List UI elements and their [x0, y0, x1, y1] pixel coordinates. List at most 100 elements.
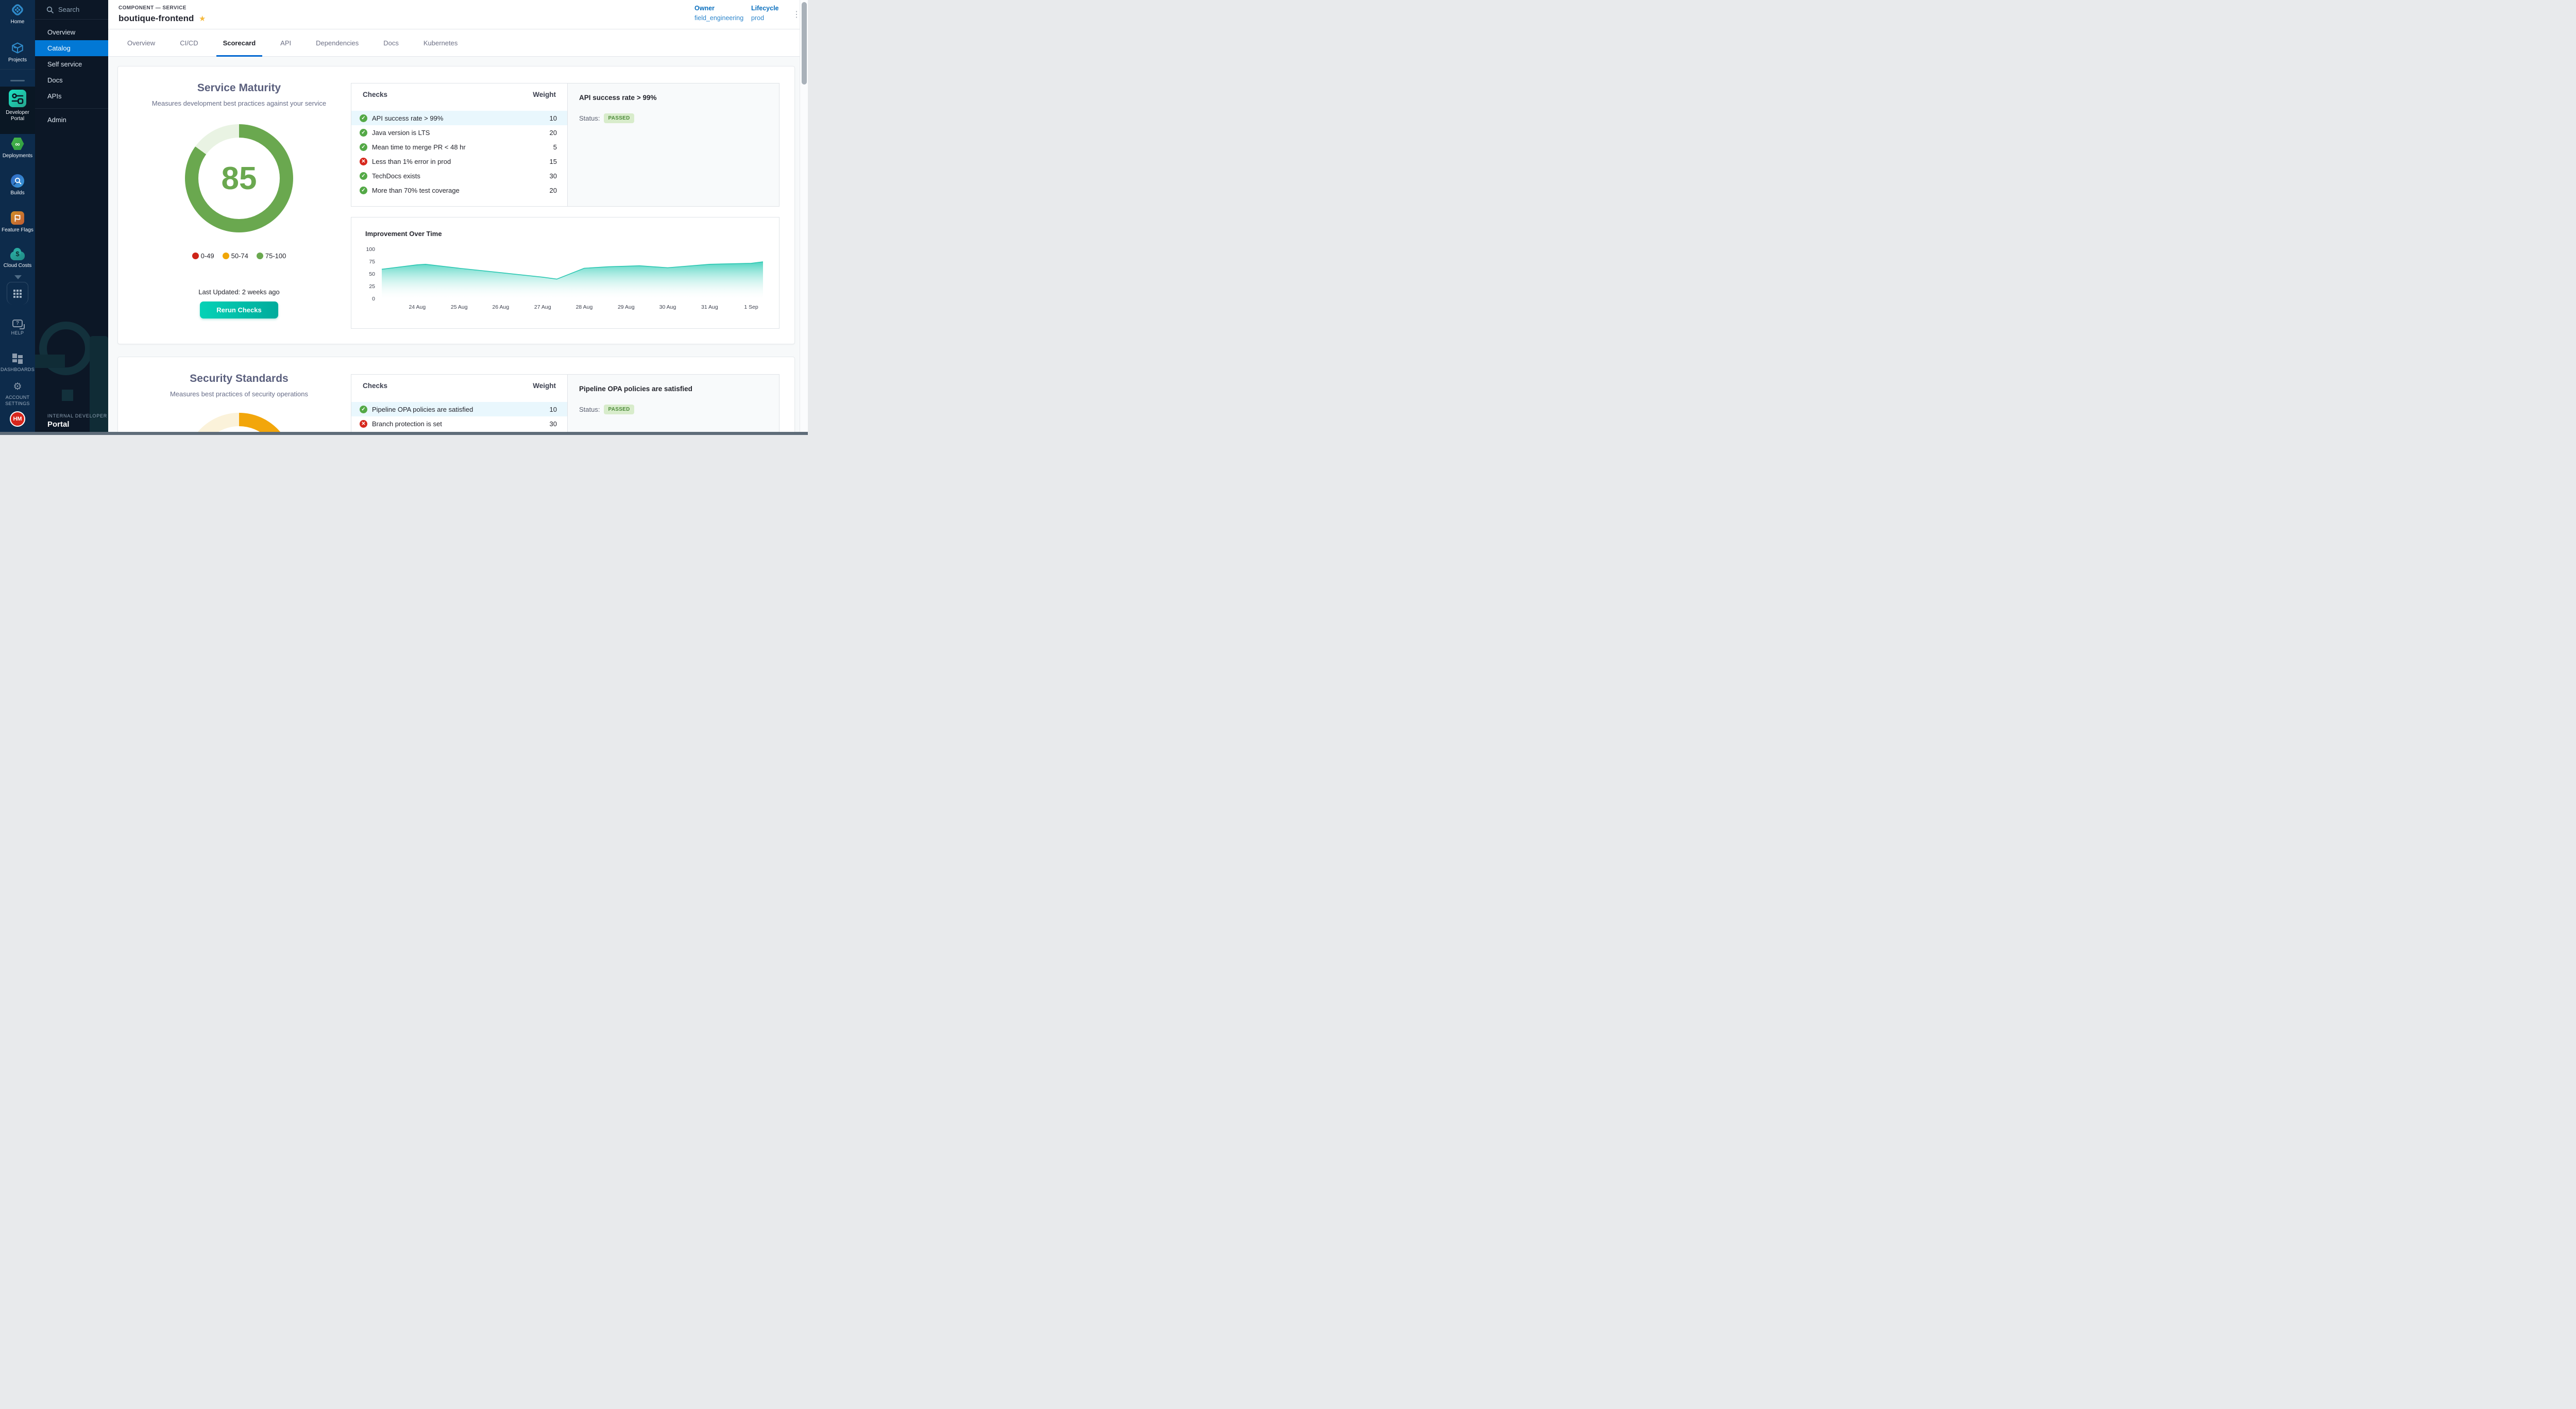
check-weight: 20: [550, 187, 557, 194]
entity-kind: COMPONENT — SERVICE: [118, 5, 187, 11]
horizontal-scrollbar[interactable]: [0, 432, 808, 435]
y-axis-tick-75: 75: [358, 259, 375, 265]
detail-check-title: Pipeline OPA policies are satisfied: [579, 385, 692, 393]
tab-dependencies[interactable]: Dependencies: [316, 29, 359, 57]
x-axis-tick-27-aug: 27 Aug: [527, 304, 558, 310]
utility-dashboards[interactable]: DASHBOARDS: [0, 354, 35, 373]
y-axis-tick-100: 100: [358, 246, 375, 253]
utility-help[interactable]: ?HELP: [0, 320, 35, 336]
status-badge: PASSED: [604, 405, 634, 414]
scorecard-title: Security Standards: [118, 373, 360, 385]
legend-item-0-49: 0-49: [192, 252, 214, 260]
x-axis-tick-28-aug: 28 Aug: [569, 304, 600, 310]
y-axis-tick-50: 50: [358, 271, 375, 277]
lifecycle-value[interactable]: prod: [751, 14, 779, 22]
security-checks-table: Checks Weight ✓Pipeline OPA policies are…: [351, 374, 568, 435]
x-axis-tick-25-aug: 25 Aug: [444, 304, 474, 310]
checks-column-header: Checks: [363, 91, 387, 98]
tab-scorecard[interactable]: Scorecard: [223, 29, 256, 57]
maturity-score-value: 85: [222, 160, 257, 197]
avatar[interactable]: HM: [10, 411, 25, 427]
tab-api[interactable]: API: [280, 29, 291, 57]
rail-resize-handle[interactable]: [10, 80, 25, 81]
favorite-star-icon[interactable]: ★: [199, 14, 206, 23]
detail-check-title: API success rate > 99%: [579, 94, 656, 102]
security-standards-card: Security Standards Measures best practic…: [117, 357, 795, 435]
tab-ci-cd[interactable]: CI/CD: [180, 29, 198, 57]
sidebar-item-docs[interactable]: Docs: [35, 72, 108, 88]
check-row-more-than-70-test-coverage[interactable]: ✓More than 70% test coverage20: [351, 183, 567, 197]
module-label: Builds: [10, 190, 24, 196]
chart-title: Improvement Over Time: [365, 230, 442, 238]
last-updated-text: Last Updated: 2 weeks ago: [118, 288, 360, 296]
sidebar-item-apis[interactable]: APIs: [35, 88, 108, 104]
tab-kubernetes[interactable]: Kubernetes: [423, 29, 458, 57]
module-cloud-costs[interactable]: $Cloud Costs: [0, 248, 35, 269]
vertical-scrollbar-thumb[interactable]: [802, 2, 807, 85]
module-picker-button[interactable]: [7, 282, 28, 305]
entity-tabs: Overview CI/CD Scorecard API Dependencies Doc…: [108, 29, 800, 57]
module-label: Projects: [8, 57, 27, 63]
check-passed-icon: ✓: [360, 143, 367, 151]
sidebar-decoration-bar: [35, 355, 65, 368]
check-name: Mean time to merge PR < 48 hr: [372, 143, 553, 151]
check-row-branch-protection-is-set[interactable]: ✕Branch protection is set30: [351, 416, 567, 431]
module-builds[interactable]: Builds: [0, 174, 35, 196]
sidebar-item-admin[interactable]: Admin: [35, 112, 108, 128]
status-badge: PASSED: [604, 113, 634, 123]
owner-value[interactable]: field_engineering: [694, 14, 743, 22]
detail-status-row: Status: PASSED: [579, 405, 634, 414]
check-row-java-version-is-lts[interactable]: ✓Java version is LTS20: [351, 125, 567, 140]
improvement-area-chart: [382, 249, 763, 299]
tab-docs[interactable]: Docs: [383, 29, 399, 57]
sidebar-search[interactable]: Search: [35, 0, 108, 20]
deployments-icon: ∞: [11, 137, 24, 150]
module-label: Feature Flags: [2, 227, 33, 233]
rerun-checks-button[interactable]: Rerun Checks: [200, 301, 278, 318]
check-row-less-than-1-error-in-prod[interactable]: ✕Less than 1% error in prod15: [351, 154, 567, 169]
maturity-checks-table: Checks Weight ✓API success rate > 99%10✓…: [351, 83, 568, 207]
check-row-api-success-rate-99-[interactable]: ✓API success rate > 99%10: [351, 111, 567, 125]
y-axis-tick-0: 0: [358, 296, 375, 302]
chevron-down-icon[interactable]: [14, 275, 22, 279]
score-legend: 0-4950-7475-100: [118, 252, 360, 260]
footer-kicker: INTERNAL DEVELOPER: [47, 413, 107, 418]
legend-label: 75-100: [265, 252, 286, 260]
sidebar-item-overview[interactable]: Overview: [35, 24, 108, 40]
security-check-detail-panel: Pipeline OPA policies are satisfied Stat…: [568, 374, 779, 435]
module-projects[interactable]: Projects: [0, 41, 35, 63]
tab-overview[interactable]: Overview: [127, 29, 155, 57]
feature-flags-icon: [11, 211, 24, 225]
check-name: Pipeline OPA policies are satisfied: [372, 406, 550, 413]
module-deployments[interactable]: ∞Deployments: [0, 137, 35, 159]
projects-cube-icon: [11, 41, 24, 55]
check-name: Branch protection is set: [372, 420, 550, 428]
footer-title: Portal: [47, 420, 107, 429]
check-name: API success rate > 99%: [372, 114, 550, 122]
security-score-column: Security Standards Measures best practic…: [118, 357, 360, 398]
check-passed-icon: ✓: [360, 406, 367, 413]
check-row-techdocs-exists[interactable]: ✓TechDocs exists30: [351, 169, 567, 183]
sidebar-item-self-service[interactable]: Self service: [35, 56, 108, 72]
module-feature-flags[interactable]: Feature Flags: [0, 211, 35, 233]
detail-status-row: Status: PASSED: [579, 113, 634, 123]
check-row-mean-time-to-merge-pr-48-hr[interactable]: ✓ Mean time to merge PR < 48 hr5: [351, 140, 567, 154]
owner-link[interactable]: Owner field_engineering: [694, 5, 743, 22]
check-failed-icon: ✕: [360, 420, 367, 428]
page-title: boutique-frontend: [118, 13, 194, 24]
sidebar-divider: [35, 108, 108, 109]
utility-label: HELP: [11, 330, 24, 336]
vertical-scrollbar[interactable]: [800, 0, 808, 435]
legend-dot: [223, 253, 229, 259]
maturity-check-detail-panel: API success rate > 99% Status: PASSED: [568, 83, 779, 207]
check-row-pipeline-opa-policies-are-sati[interactable]: ✓Pipeline OPA policies are satisfied10: [351, 402, 567, 416]
sidebar-decoration-square: [62, 390, 73, 401]
x-axis-tick-26-aug: 26 Aug: [485, 304, 516, 310]
check-weight: 5: [553, 143, 557, 151]
module-developer-portal[interactable]: Developer Portal: [0, 90, 35, 122]
sidebar-item-catalog[interactable]: Catalog: [35, 40, 108, 56]
module-home[interactable]: Home: [0, 3, 35, 25]
module-label: Home: [11, 19, 25, 25]
utility-account-settings[interactable]: ⚙ACCOUNTSETTINGS: [0, 382, 35, 407]
lifecycle-link[interactable]: Lifecycle prod: [751, 5, 779, 22]
